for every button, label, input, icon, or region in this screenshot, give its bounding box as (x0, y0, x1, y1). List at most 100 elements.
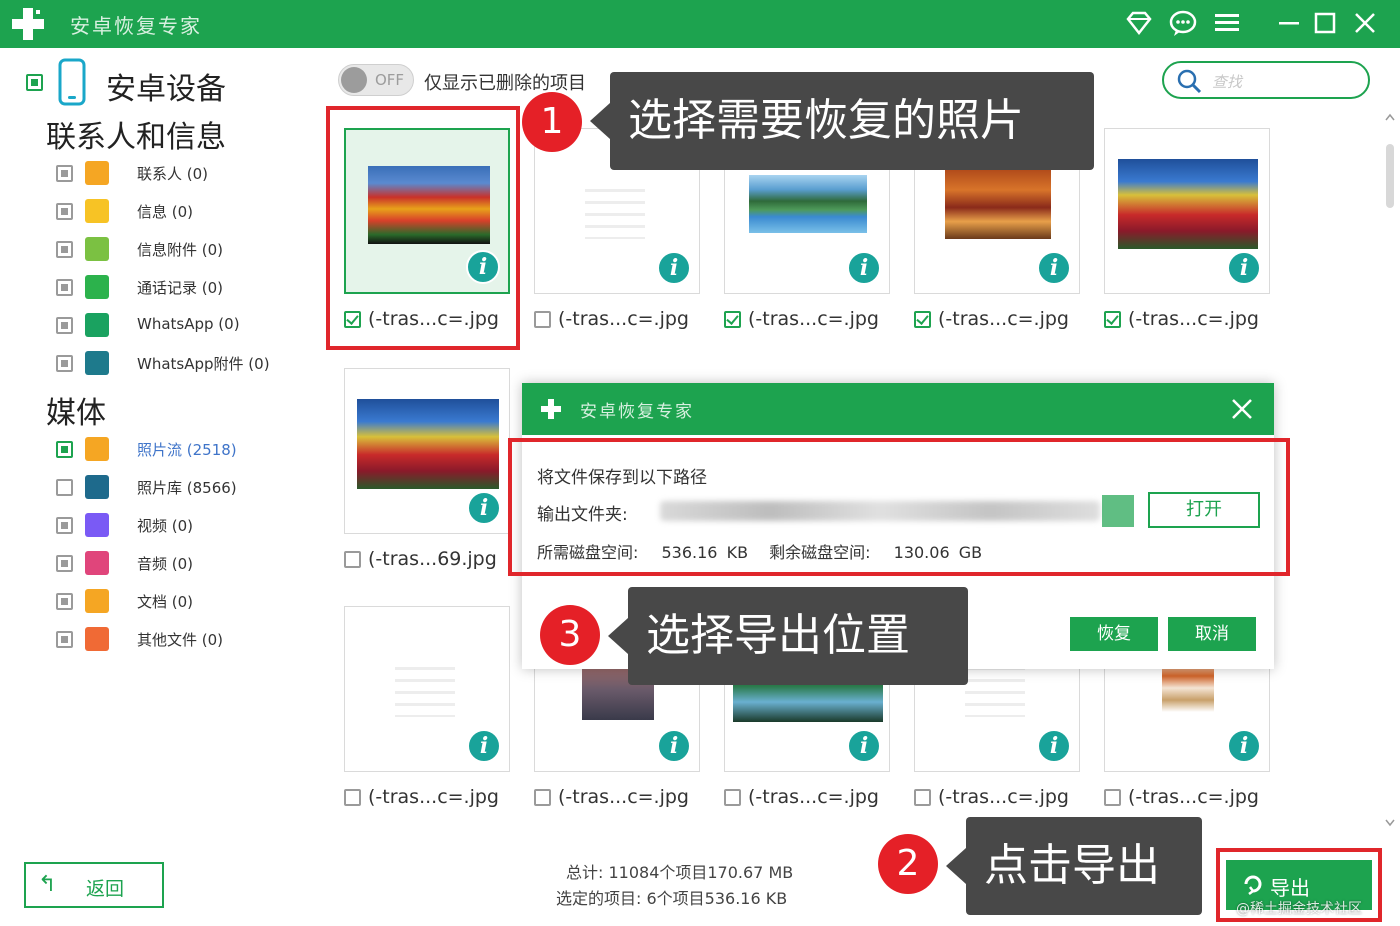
minimize-icon[interactable] (1274, 8, 1304, 38)
photo-file-row[interactable]: (-tras...c=.jpg (534, 786, 700, 812)
sidebar-item-audio[interactable]: 音频 (0) (56, 550, 316, 578)
info-icon[interactable]: i (1227, 729, 1261, 763)
photo-file-row[interactable]: (-tras...c=.jpg (724, 308, 890, 334)
photo-file-row[interactable]: (-tras...69.jpg (344, 548, 510, 574)
sidebar-item-checkbox[interactable] (56, 279, 73, 296)
photo-checkbox[interactable] (1104, 311, 1121, 328)
sidebar-item-checkbox[interactable] (56, 203, 73, 220)
photo-checkbox[interactable] (1104, 789, 1121, 806)
sidebar-item-checkbox[interactable] (56, 241, 73, 258)
scroll-thumb[interactable] (1386, 144, 1394, 208)
photo-tile[interactable]: i (344, 368, 510, 534)
sidebar-item-whatsapp-attachment[interactable]: WhatsApp附件 (0) (56, 350, 316, 378)
info-icon[interactable]: i (1037, 251, 1071, 285)
photo-checkbox[interactable] (344, 551, 361, 568)
scroll-down-icon[interactable] (1384, 818, 1396, 828)
photo-checkbox[interactable] (534, 789, 551, 806)
photo-file-row[interactable]: (-tras...c=.jpg (914, 308, 1080, 334)
maximize-icon[interactable] (1310, 8, 1340, 38)
photo-filename: (-tras...c=.jpg (1128, 308, 1259, 330)
sidebar-item-message[interactable]: 信息 (0) (56, 198, 316, 226)
dialog-header: 安卓恢复专家 (522, 383, 1274, 435)
close-icon[interactable] (1350, 8, 1380, 38)
grid-scrollbar[interactable] (1384, 112, 1396, 832)
recover-button[interactable]: 恢复 (1070, 617, 1158, 651)
photo-checkbox[interactable] (344, 789, 361, 806)
info-icon[interactable]: i (1037, 729, 1071, 763)
feedback-icon[interactable] (1168, 8, 1198, 38)
info-icon[interactable]: i (657, 729, 691, 763)
step-1-callout: 选择需要恢复的照片 (590, 72, 1094, 170)
info-icon[interactable]: i (847, 251, 881, 285)
contact-icon (85, 161, 109, 185)
totals-summary: 总计: 11084个项目170.67 MB 选定的项目: 6个项目536.16 … (556, 860, 794, 912)
device-root-checkbox[interactable] (26, 74, 43, 91)
sidebar-item-checkbox[interactable] (56, 165, 73, 182)
sidebar-item-attachment[interactable]: 信息附件 (0) (56, 236, 316, 264)
sidebar-item-document[interactable]: 文档 (0) (56, 588, 316, 616)
photo-filename: (-tras...c=.jpg (748, 308, 879, 330)
photo-file-row[interactable]: (-tras...c=.jpg (914, 786, 1080, 812)
sidebar-item-checkbox[interactable] (56, 441, 73, 458)
diamond-icon[interactable] (1124, 8, 1154, 38)
photostream-icon (85, 437, 109, 461)
photo-tile[interactable]: i (344, 606, 510, 772)
back-button[interactable]: ↰ 返回 (24, 862, 164, 908)
search-box[interactable]: 查找 (1162, 61, 1370, 99)
total-items-text: 总计: 11084个项目170.67 MB (566, 863, 794, 882)
sidebar-item-checkbox[interactable] (56, 593, 73, 610)
cancel-button[interactable]: 取消 (1168, 617, 1256, 651)
message-icon (85, 199, 109, 223)
sidebar-item-photo-library[interactable]: 照片库 (8566) (56, 474, 316, 502)
photo-checkbox[interactable] (914, 789, 931, 806)
sidebar-item-label: 照片流 (2518) (137, 441, 237, 459)
phone-device-icon (58, 58, 86, 106)
photo-file-row[interactable]: (-tras...c=.jpg (1104, 308, 1270, 334)
app-logo-icon (12, 8, 44, 40)
sidebar-item-other-files[interactable]: 其他文件 (0) (56, 626, 316, 654)
step-3-badge: 3 (540, 605, 600, 665)
back-button-label: 返回 (86, 878, 125, 900)
sidebar-item-checkbox[interactable] (56, 631, 73, 648)
sidebar-item-label: 其他文件 (0) (137, 631, 224, 649)
photo-file-row[interactable]: (-tras...c=.jpg (1104, 786, 1270, 812)
step-1-badge: 1 (522, 92, 582, 152)
sidebar-item-checkbox[interactable] (56, 555, 73, 572)
deleted-only-toggle[interactable]: OFF (338, 64, 414, 96)
photo-file-row[interactable]: (-tras...c=.jpg (344, 786, 510, 812)
sidebar-item-checkbox[interactable] (56, 517, 73, 534)
photo-thumbnail (749, 175, 867, 233)
photo-checkbox[interactable] (724, 789, 741, 806)
photo-file-row[interactable]: (-tras...c=.jpg (724, 786, 890, 812)
sidebar-item-checkbox[interactable] (56, 355, 73, 372)
sidebar-item-phone[interactable]: 通话记录 (0) (56, 274, 316, 302)
dialog-close-icon[interactable] (1228, 395, 1256, 423)
back-arrow-icon: ↰ (38, 872, 57, 897)
info-icon[interactable]: i (467, 729, 501, 763)
sidebar-item-video[interactable]: 视频 (0) (56, 512, 316, 540)
sidebar-item-contact[interactable]: 联系人 (0) (56, 160, 316, 188)
sidebar-item-label: 照片库 (8566) (137, 479, 237, 497)
audio-icon (85, 551, 109, 575)
video-icon (85, 513, 109, 537)
photo-thumbnail (945, 169, 1051, 239)
photo-tile[interactable]: i (1104, 128, 1270, 294)
photo-checkbox[interactable] (724, 311, 741, 328)
photo-file-row[interactable]: (-tras...c=.jpg (534, 308, 700, 334)
info-icon[interactable]: i (1227, 251, 1261, 285)
photo-checkbox[interactable] (534, 311, 551, 328)
step-3-callout: 选择导出位置 (608, 587, 968, 685)
sidebar-item-photostream[interactable]: 照片流 (2518) (56, 436, 316, 464)
step-2-callout: 点击导出 (946, 817, 1202, 915)
sidebar-item-whatsapp[interactable]: WhatsApp (0) (56, 312, 316, 340)
photo-checkbox[interactable] (914, 311, 931, 328)
sidebar-item-checkbox[interactable] (56, 479, 73, 496)
title-bar: 安卓恢复专家 (0, 0, 1400, 48)
info-icon[interactable]: i (847, 729, 881, 763)
scroll-up-icon[interactable] (1384, 112, 1396, 122)
info-icon[interactable]: i (467, 491, 501, 525)
menu-icon[interactable] (1212, 8, 1242, 38)
sidebar-item-checkbox[interactable] (56, 317, 73, 334)
info-icon[interactable]: i (657, 251, 691, 285)
attachment-icon (85, 237, 109, 261)
